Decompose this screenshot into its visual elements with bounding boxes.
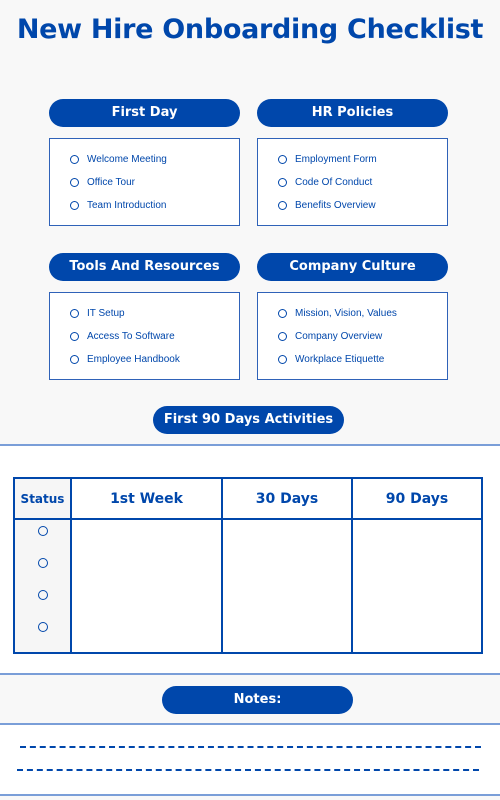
checklist-first-day: Welcome Meeting Office Tour Team Introdu… bbox=[49, 138, 240, 226]
checklist-item[interactable]: Benefits Overview bbox=[278, 198, 376, 212]
checkbox-circle-icon[interactable] bbox=[70, 354, 79, 364]
status-column bbox=[13, 518, 72, 654]
checkbox-circle-icon[interactable] bbox=[70, 154, 79, 164]
checklist-item[interactable]: Office Tour bbox=[70, 175, 135, 189]
checklist-item-label: Team Introduction bbox=[87, 199, 167, 211]
column-header-1st-week: 1st Week bbox=[69, 477, 224, 520]
checklist-item[interactable]: Mission, Vision, Values bbox=[278, 306, 397, 320]
checklist-item-label: Company Overview bbox=[295, 330, 383, 342]
status-checkbox-icon[interactable] bbox=[37, 590, 48, 600]
checklist-item[interactable]: Employee Handbook bbox=[70, 352, 180, 366]
checkbox-circle-icon[interactable] bbox=[70, 308, 79, 318]
checklist-item-label: Employee Handbook bbox=[87, 353, 180, 365]
cell-30-days[interactable] bbox=[221, 518, 353, 654]
checklist-item-label: Workplace Etiquette bbox=[295, 353, 385, 365]
checklist-item[interactable]: Team Introduction bbox=[70, 198, 167, 212]
checkbox-circle-icon[interactable] bbox=[70, 331, 79, 341]
divider bbox=[0, 673, 500, 675]
checklist-item-label: Mission, Vision, Values bbox=[295, 307, 397, 319]
checklist-company-culture: Mission, Vision, Values Company Overview… bbox=[257, 292, 448, 380]
checkbox-circle-icon[interactable] bbox=[278, 354, 287, 364]
checklist-hr-policies: Employment Form Code Of Conduct Benefits… bbox=[257, 138, 448, 226]
section-heading-hr-policies: HR Policies bbox=[257, 99, 448, 127]
column-header-90-days: 90 Days bbox=[351, 477, 483, 520]
checkbox-circle-icon[interactable] bbox=[278, 154, 287, 164]
column-header-status: Status bbox=[13, 477, 72, 520]
notes-heading: Notes: bbox=[162, 686, 353, 714]
activities-table: Status 1st Week 30 Days 90 Days bbox=[13, 477, 483, 654]
checklist-item[interactable]: Employment Form bbox=[278, 152, 377, 166]
divider bbox=[0, 794, 500, 796]
divider bbox=[0, 444, 500, 446]
section-heading-first-day: First Day bbox=[49, 99, 240, 127]
checkbox-circle-icon[interactable] bbox=[278, 177, 287, 187]
checklist-item-label: Welcome Meeting bbox=[87, 153, 167, 165]
checkbox-circle-icon[interactable] bbox=[278, 308, 287, 318]
cell-1st-week[interactable] bbox=[69, 518, 224, 654]
table-header-row: Status 1st Week 30 Days 90 Days bbox=[13, 477, 483, 520]
cell-90-days[interactable] bbox=[351, 518, 483, 654]
checklist-item-label: Benefits Overview bbox=[295, 199, 376, 211]
column-header-30-days: 30 Days bbox=[221, 477, 353, 520]
divider bbox=[0, 723, 500, 725]
checklist-item[interactable]: Company Overview bbox=[278, 329, 382, 343]
checklist-item-label: Office Tour bbox=[87, 176, 135, 188]
checklist-item[interactable]: Code Of Conduct bbox=[278, 175, 372, 189]
checklist-item-label: Code Of Conduct bbox=[295, 176, 373, 188]
checkbox-circle-icon[interactable] bbox=[278, 331, 287, 341]
status-checkbox-icon[interactable] bbox=[37, 526, 48, 536]
checklist-item[interactable]: Workplace Etiquette bbox=[278, 352, 384, 366]
status-checkbox-icon[interactable] bbox=[37, 558, 48, 568]
checkbox-circle-icon[interactable] bbox=[70, 200, 79, 210]
section-heading-company-culture: Company Culture bbox=[257, 253, 448, 281]
checklist-tools-and-resources: IT Setup Access To Software Employee Han… bbox=[49, 292, 240, 380]
table-row bbox=[13, 518, 483, 654]
checklist-item-label: IT Setup bbox=[87, 307, 125, 319]
note-line[interactable] bbox=[17, 769, 479, 771]
note-line[interactable] bbox=[20, 746, 481, 748]
page-title: New Hire Onboarding Checklist bbox=[16, 14, 484, 45]
notes-area[interactable] bbox=[0, 724, 500, 795]
checklist-item-label: Employment Form bbox=[295, 153, 377, 165]
checklist-item[interactable]: Access To Software bbox=[70, 329, 175, 343]
checkbox-circle-icon[interactable] bbox=[70, 177, 79, 187]
status-checkbox-icon[interactable] bbox=[37, 622, 48, 632]
activities-heading: First 90 Days Activities bbox=[153, 406, 344, 434]
checklist-item[interactable]: Welcome Meeting bbox=[70, 152, 167, 166]
checkbox-circle-icon[interactable] bbox=[278, 200, 287, 210]
checklist-item-label: Access To Software bbox=[87, 330, 175, 342]
section-heading-tools-and-resources: Tools And Resources bbox=[49, 253, 240, 281]
checklist-item[interactable]: IT Setup bbox=[70, 306, 125, 320]
